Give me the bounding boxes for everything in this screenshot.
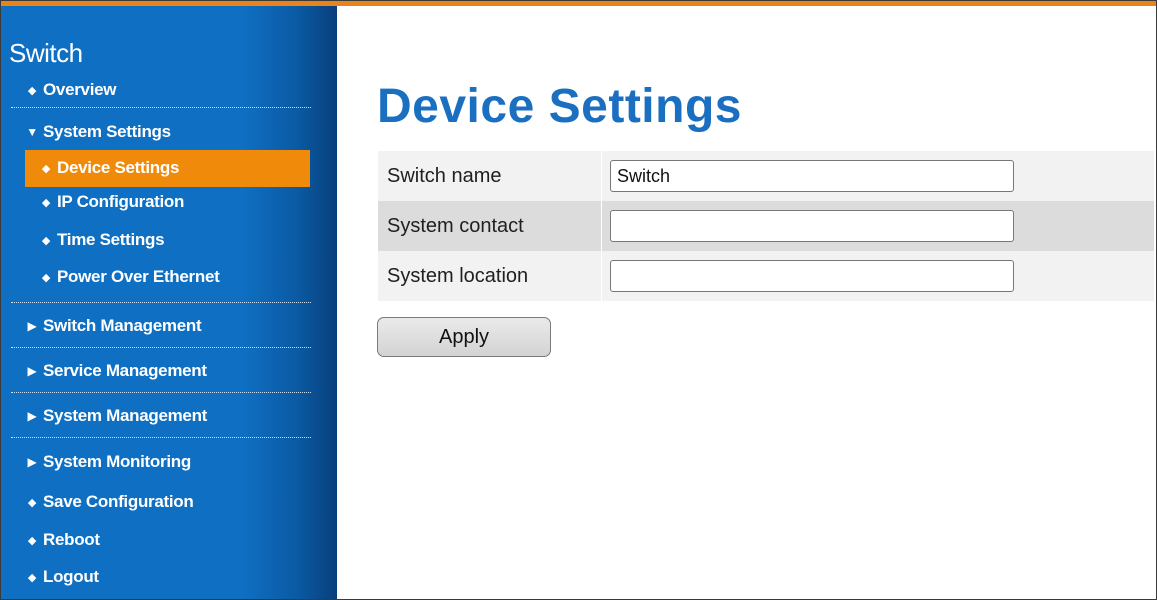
sidebar-item-device-settings[interactable]: ◆ Device Settings xyxy=(39,152,180,184)
form-row-switch-name: Switch name xyxy=(378,151,1154,201)
field-label: System contact xyxy=(387,215,524,237)
system-contact-input[interactable] xyxy=(610,210,1014,242)
sidebar-divider xyxy=(11,437,311,438)
sidebar-item-overview[interactable]: ◆ Overview xyxy=(25,74,117,106)
sidebar-item-service-management[interactable]: ▶ Service Management xyxy=(25,355,208,387)
sidebar-item-label: Service Management xyxy=(43,361,207,380)
diamond-bullet-icon: ◆ xyxy=(41,234,51,247)
sidebar-divider xyxy=(11,347,311,348)
sidebar-item-system-settings[interactable]: ▼ System Settings xyxy=(25,116,171,148)
apply-button[interactable]: Apply xyxy=(377,317,551,357)
sidebar-item-label: Time Settings xyxy=(57,230,165,249)
app-window: Switch ◆ Overview ▼ System Settings ◆ De… xyxy=(0,0,1157,600)
triangle-down-icon: ▼ xyxy=(26,125,38,139)
triangle-right-icon: ▶ xyxy=(27,409,37,423)
diamond-bullet-icon: ◆ xyxy=(41,271,51,284)
sidebar-item-label: Switch Management xyxy=(43,316,202,335)
switch-name-input[interactable] xyxy=(610,160,1014,192)
diamond-bullet-icon: ◆ xyxy=(41,162,51,175)
sidebar-divider xyxy=(11,107,311,108)
diamond-bullet-icon: ◆ xyxy=(27,496,37,509)
sidebar-item-label: Save Configuration xyxy=(43,492,194,511)
diamond-bullet-icon: ◆ xyxy=(41,196,51,209)
page-title: Device Settings xyxy=(377,80,742,133)
sidebar-item-save-configuration[interactable]: ◆ Save Configuration xyxy=(25,486,194,518)
form-row-system-contact: System contact xyxy=(378,201,1154,251)
cell-divider xyxy=(601,251,602,301)
sidebar-item-time-settings[interactable]: ◆ Time Settings xyxy=(39,224,165,256)
settings-form: Switch name System contact System locati… xyxy=(378,151,1154,301)
sidebar-item-label: Overview xyxy=(43,80,117,99)
sidebar-item-label: System Monitoring xyxy=(43,452,191,471)
system-location-input[interactable] xyxy=(610,260,1014,292)
sidebar-item-system-management[interactable]: ▶ System Management xyxy=(25,400,208,432)
sidebar-item-reboot[interactable]: ◆ Reboot xyxy=(25,524,100,556)
sidebar-item-label: IP Configuration xyxy=(57,192,185,211)
sidebar-item-label: Reboot xyxy=(43,530,100,549)
form-row-system-location: System location xyxy=(378,251,1154,301)
sidebar-item-label: Power Over Ethernet xyxy=(57,267,220,286)
field-label: Switch name xyxy=(387,165,502,187)
sidebar-divider xyxy=(11,302,311,303)
triangle-right-icon: ▶ xyxy=(27,319,37,333)
triangle-right-icon: ▶ xyxy=(27,455,37,469)
sidebar-item-label: Device Settings xyxy=(57,158,180,177)
sidebar: Switch ◆ Overview ▼ System Settings ◆ De… xyxy=(1,6,337,599)
sidebar-item-logout[interactable]: ◆ Logout xyxy=(25,561,99,593)
cell-divider xyxy=(601,151,602,201)
sidebar-item-system-monitoring[interactable]: ▶ System Monitoring xyxy=(25,446,192,478)
sidebar-item-power-over-ethernet[interactable]: ◆ Power Over Ethernet xyxy=(39,261,220,293)
cell-divider xyxy=(601,201,602,251)
sidebar-brand: Switch xyxy=(9,38,83,68)
field-label: System location xyxy=(387,265,529,287)
sidebar-item-switch-management[interactable]: ▶ Switch Management xyxy=(25,310,202,342)
sidebar-item-label: Logout xyxy=(43,567,99,586)
sidebar-item-label: System Settings xyxy=(43,122,171,141)
sidebar-item-label: System Management xyxy=(43,406,208,425)
sidebar-item-ip-configuration[interactable]: ◆ IP Configuration xyxy=(39,186,185,218)
sidebar-divider xyxy=(11,392,311,393)
triangle-right-icon: ▶ xyxy=(27,364,37,378)
diamond-bullet-icon: ◆ xyxy=(27,571,37,584)
diamond-bullet-icon: ◆ xyxy=(27,84,37,97)
diamond-bullet-icon: ◆ xyxy=(27,534,37,547)
